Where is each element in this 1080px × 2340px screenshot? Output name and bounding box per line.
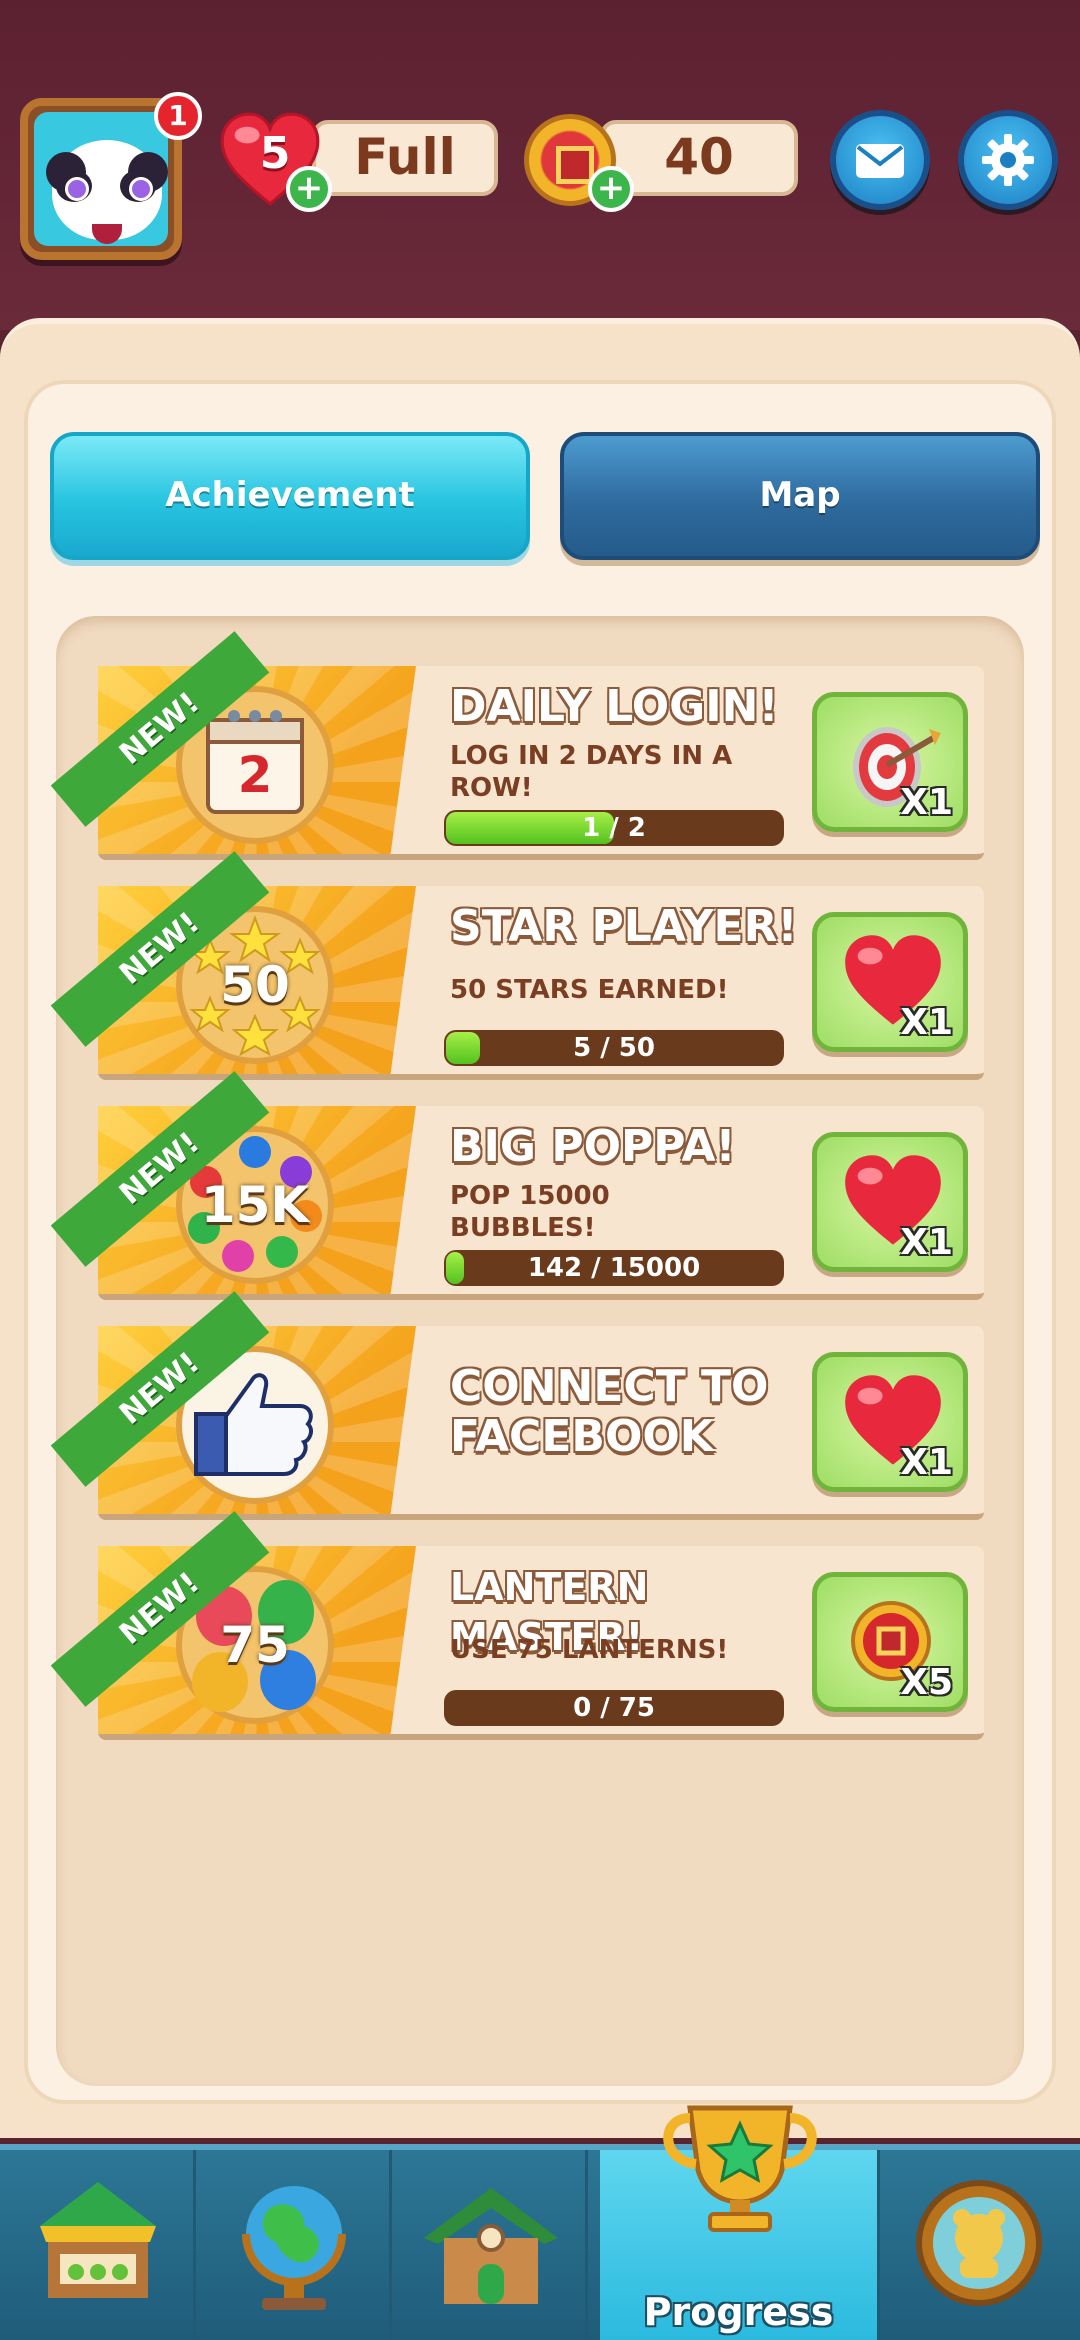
reward-quantity: X1 — [900, 782, 953, 823]
progress-text: 0 / 75 — [573, 1693, 655, 1723]
achievement-card-big-poppa: 15K NEW! BIG POPPA! POP 15000 BUBBLES! 1… — [50, 1071, 984, 1300]
medal-value: 50 — [220, 956, 290, 1014]
medal-value: 15K — [200, 1176, 310, 1234]
nav-collection[interactable] — [880, 2150, 1080, 2340]
nav-shop[interactable] — [0, 2150, 196, 2340]
achievement-title: DAILY LOGIN! — [450, 681, 779, 732]
collection-icon — [916, 2180, 1042, 2306]
tab-map[interactable]: Map — [560, 432, 1040, 560]
achievement-description: 50 STARS EARNED! — [450, 975, 729, 1005]
reward-button[interactable]: X1 — [812, 1132, 968, 1272]
achievement-progress-bar: 0 / 75 — [444, 1690, 784, 1726]
add-lives-button[interactable]: + — [286, 166, 332, 212]
achievement-title: STAR PLAYER! — [450, 901, 798, 952]
mail-icon — [856, 144, 904, 178]
achievement-title: CONNECT TO FACEBOOK — [450, 1361, 769, 1462]
reward-quantity: X1 — [900, 1002, 953, 1043]
achievement-title: BIG POPPA! — [450, 1121, 736, 1172]
reward-button[interactable]: X1 — [812, 692, 968, 832]
top-bar: 1 Full 5 + 40 + — [0, 0, 1080, 330]
reward-quantity: X1 — [900, 1442, 953, 1483]
shop-icon — [40, 2182, 156, 2298]
achievement-description: LOG IN 2 DAYS IN A ROW! — [450, 741, 733, 803]
achievement-progress-bar: 1 / 2 — [444, 810, 784, 846]
add-coins-button[interactable]: + — [588, 166, 634, 212]
achievement-card-facebook: NEW! CONNECT TO FACEBOOK X1 — [50, 1291, 984, 1520]
reward-quantity: X1 — [900, 1222, 953, 1263]
achievement-progress-bar: 142 / 15000 — [444, 1250, 784, 1286]
nav-progress[interactable]: Progress — [600, 2105, 880, 2340]
progress-text: 1 / 2 — [582, 813, 646, 843]
nav-home[interactable] — [392, 2150, 588, 2340]
achievement-card-star-player: 50 NEW! STAR PLAYER! 50 STARS EARNED! 5 … — [50, 851, 984, 1080]
reward-button[interactable]: X1 — [812, 1352, 968, 1492]
notification-badge: 1 — [154, 92, 202, 140]
settings-button[interactable] — [958, 110, 1058, 210]
achievement-progress-bar: 5 / 50 — [444, 1030, 784, 1066]
globe-icon — [242, 2186, 346, 2310]
nav-globe[interactable] — [196, 2150, 392, 2340]
reward-quantity: X5 — [900, 1662, 953, 1703]
progress-text: 142 / 15000 — [527, 1253, 701, 1283]
achievement-description: USE 75 LANTERNS! — [450, 1635, 729, 1665]
medal-value: 2 — [237, 746, 273, 804]
reward-button[interactable]: X1 — [812, 912, 968, 1052]
house-icon — [424, 2188, 558, 2304]
reward-button[interactable]: X5 — [812, 1572, 968, 1712]
lives-status-pill: Full — [312, 120, 498, 196]
progress-text: 5 / 50 — [573, 1033, 655, 1063]
achievement-card-daily-login: 2 NEW! DAILY LOGIN! LOG IN 2 DAYS IN A R… — [50, 631, 984, 860]
nav-label: Progress — [643, 2290, 834, 2334]
medal-value: 75 — [220, 1616, 290, 1674]
panda-avatar-icon — [34, 112, 168, 246]
achievement-card-lantern-master: 75 NEW! LANTERN MASTER! USE 75 LANTERNS!… — [50, 1511, 984, 1740]
gear-icon — [982, 134, 1034, 186]
trophy-icon — [663, 2105, 817, 2232]
achievement-description: POP 15000 BUBBLES! — [450, 1181, 610, 1243]
mail-button[interactable] — [830, 110, 930, 210]
bottom-navigation: Progress — [0, 2105, 1080, 2340]
tab-achievement[interactable]: Achievement — [50, 432, 530, 560]
